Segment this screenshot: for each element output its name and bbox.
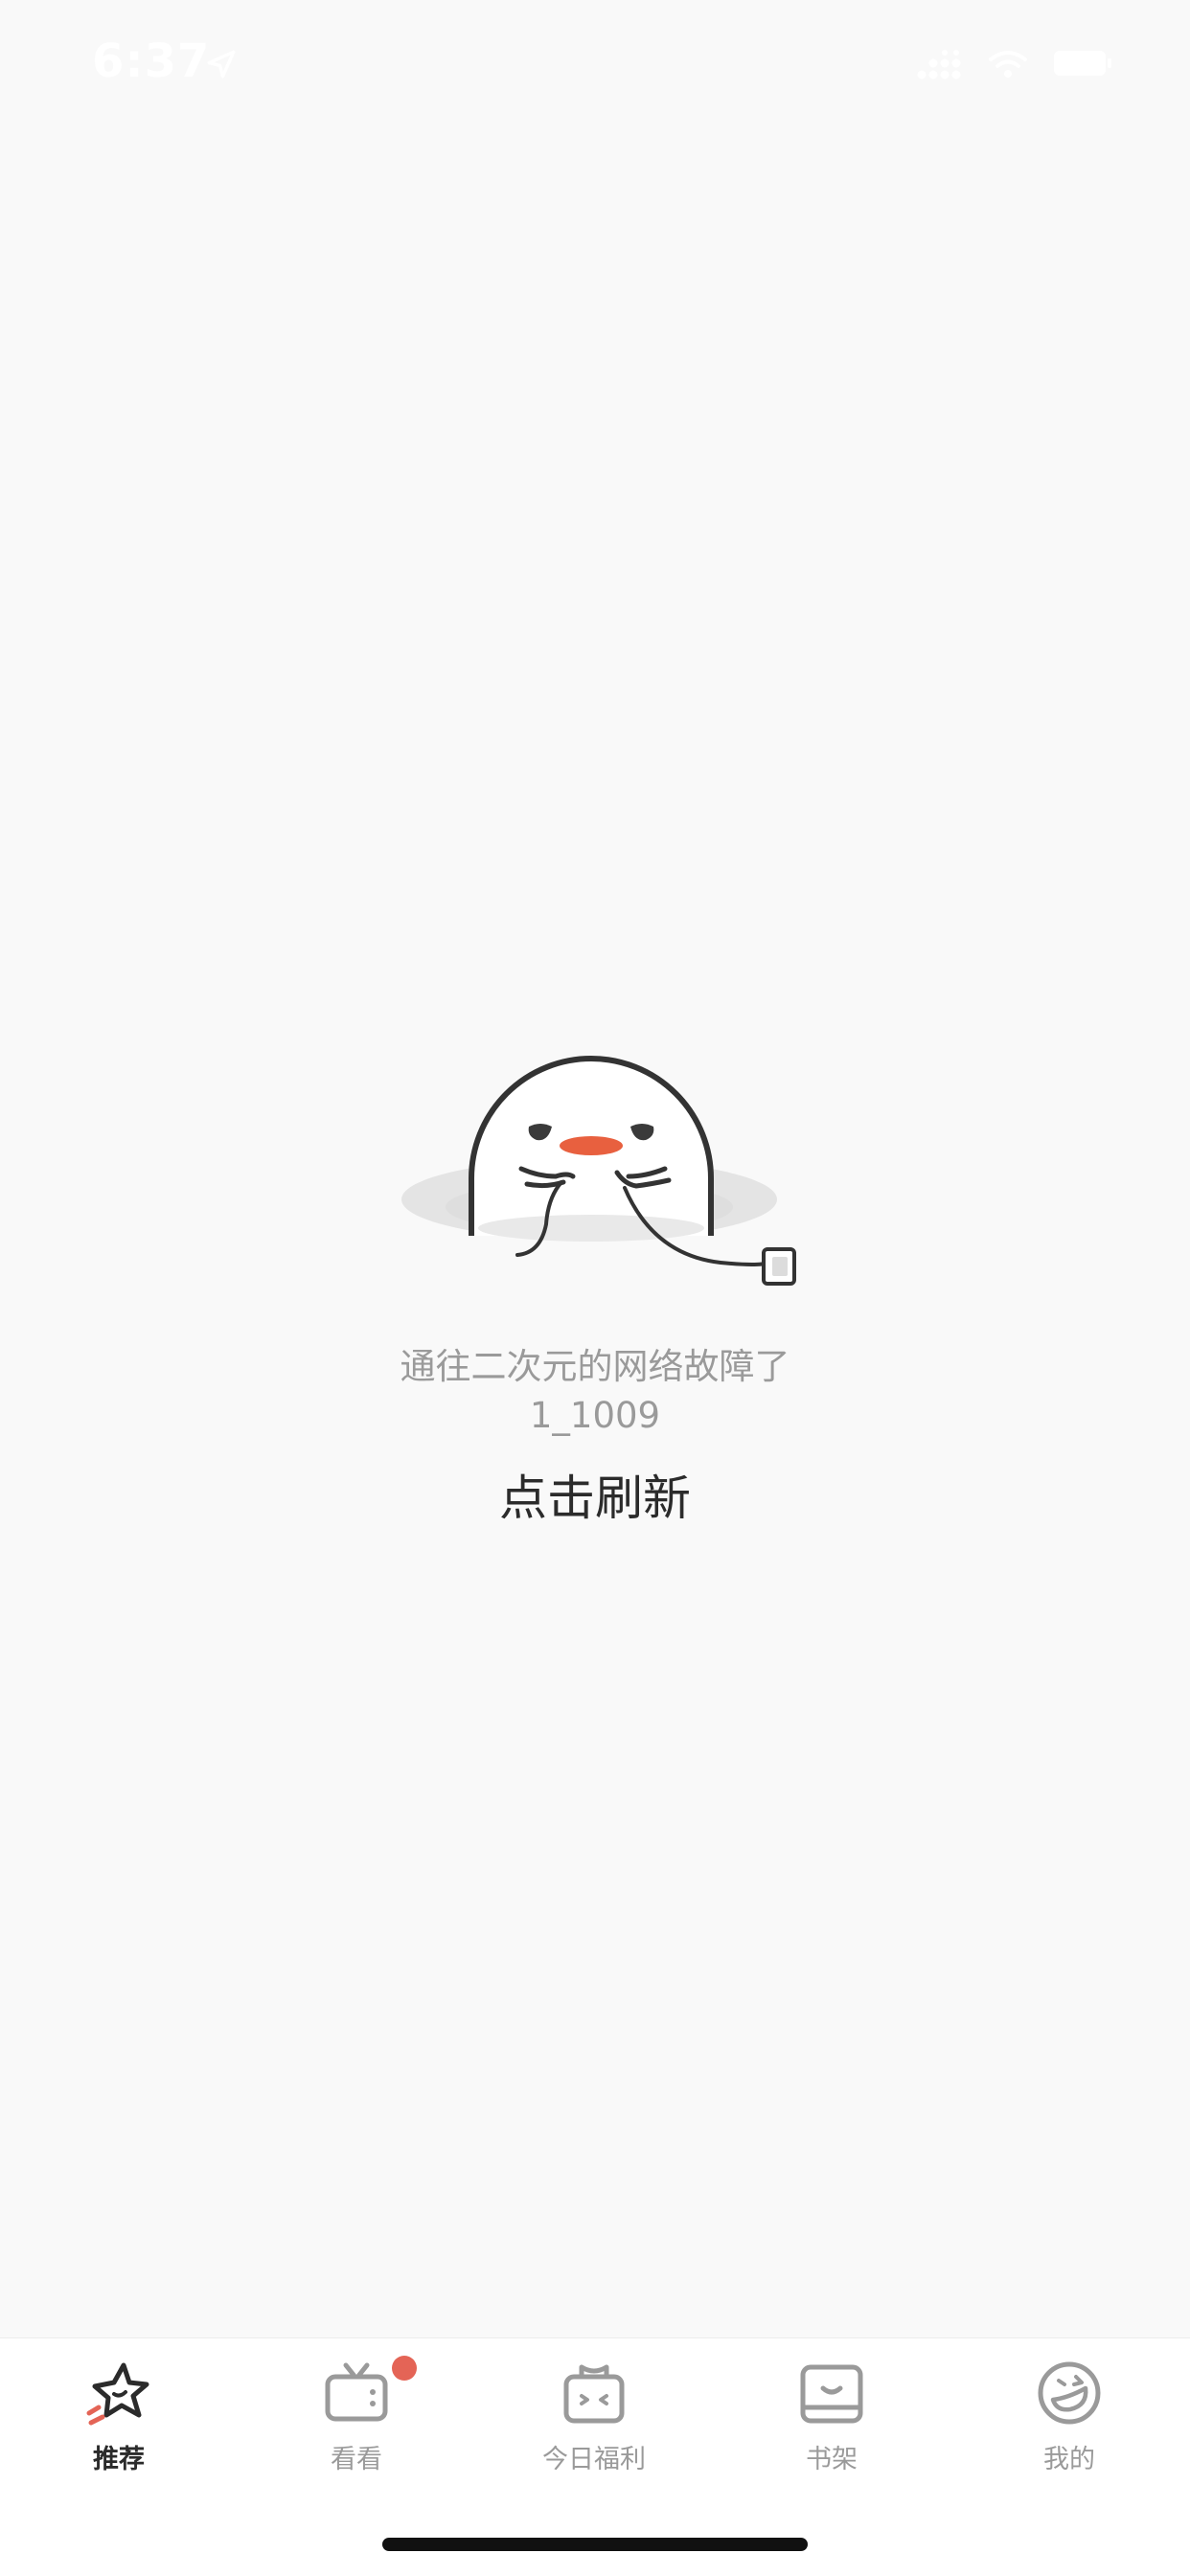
bookshelf-icon [800, 2364, 863, 2424]
gift-icon [563, 2364, 625, 2424]
status-bar: 6:37 [0, 0, 1190, 126]
tab-label-mine: 我的 [1043, 2445, 1095, 2474]
home-indicator[interactable] [382, 2538, 808, 2551]
smiley-face-icon [1038, 2361, 1101, 2425]
star-icon [86, 2362, 149, 2426]
tab-label-recommend: 推荐 [93, 2445, 145, 2474]
tab-watch[interactable]: 看看 [238, 2338, 475, 2482]
location-arrow-icon [207, 50, 236, 79]
tab-bookshelf[interactable]: 书架 [713, 2338, 950, 2482]
tv-icon [325, 2362, 388, 2422]
error-code: 1_1009 [529, 1395, 661, 1436]
tab-label-bookshelf: 书架 [806, 2445, 858, 2474]
tab-mine[interactable]: 我的 [950, 2338, 1188, 2482]
refresh-button[interactable]: 点击刷新 [451, 1462, 739, 1535]
tab-bar: 推荐 看看 今日福利 书架 我的 [0, 2337, 1190, 2576]
tab-daily-welfare[interactable]: 今日福利 [475, 2338, 713, 2482]
sad-mascot-unplugged-illustration [401, 1056, 796, 1286]
battery-icon [1054, 51, 1111, 76]
tab-recommend[interactable]: 推荐 [0, 2338, 238, 2482]
wifi-icon [989, 51, 1027, 78]
signal-icon [917, 50, 961, 80]
notification-badge [392, 2356, 417, 2381]
tab-label-watch: 看看 [331, 2445, 382, 2474]
error-message: 通往二次元的网络故障了 [400, 1346, 790, 1387]
status-time: 6:37 [92, 34, 211, 88]
tab-label-daily-welfare: 今日福利 [542, 2445, 646, 2474]
